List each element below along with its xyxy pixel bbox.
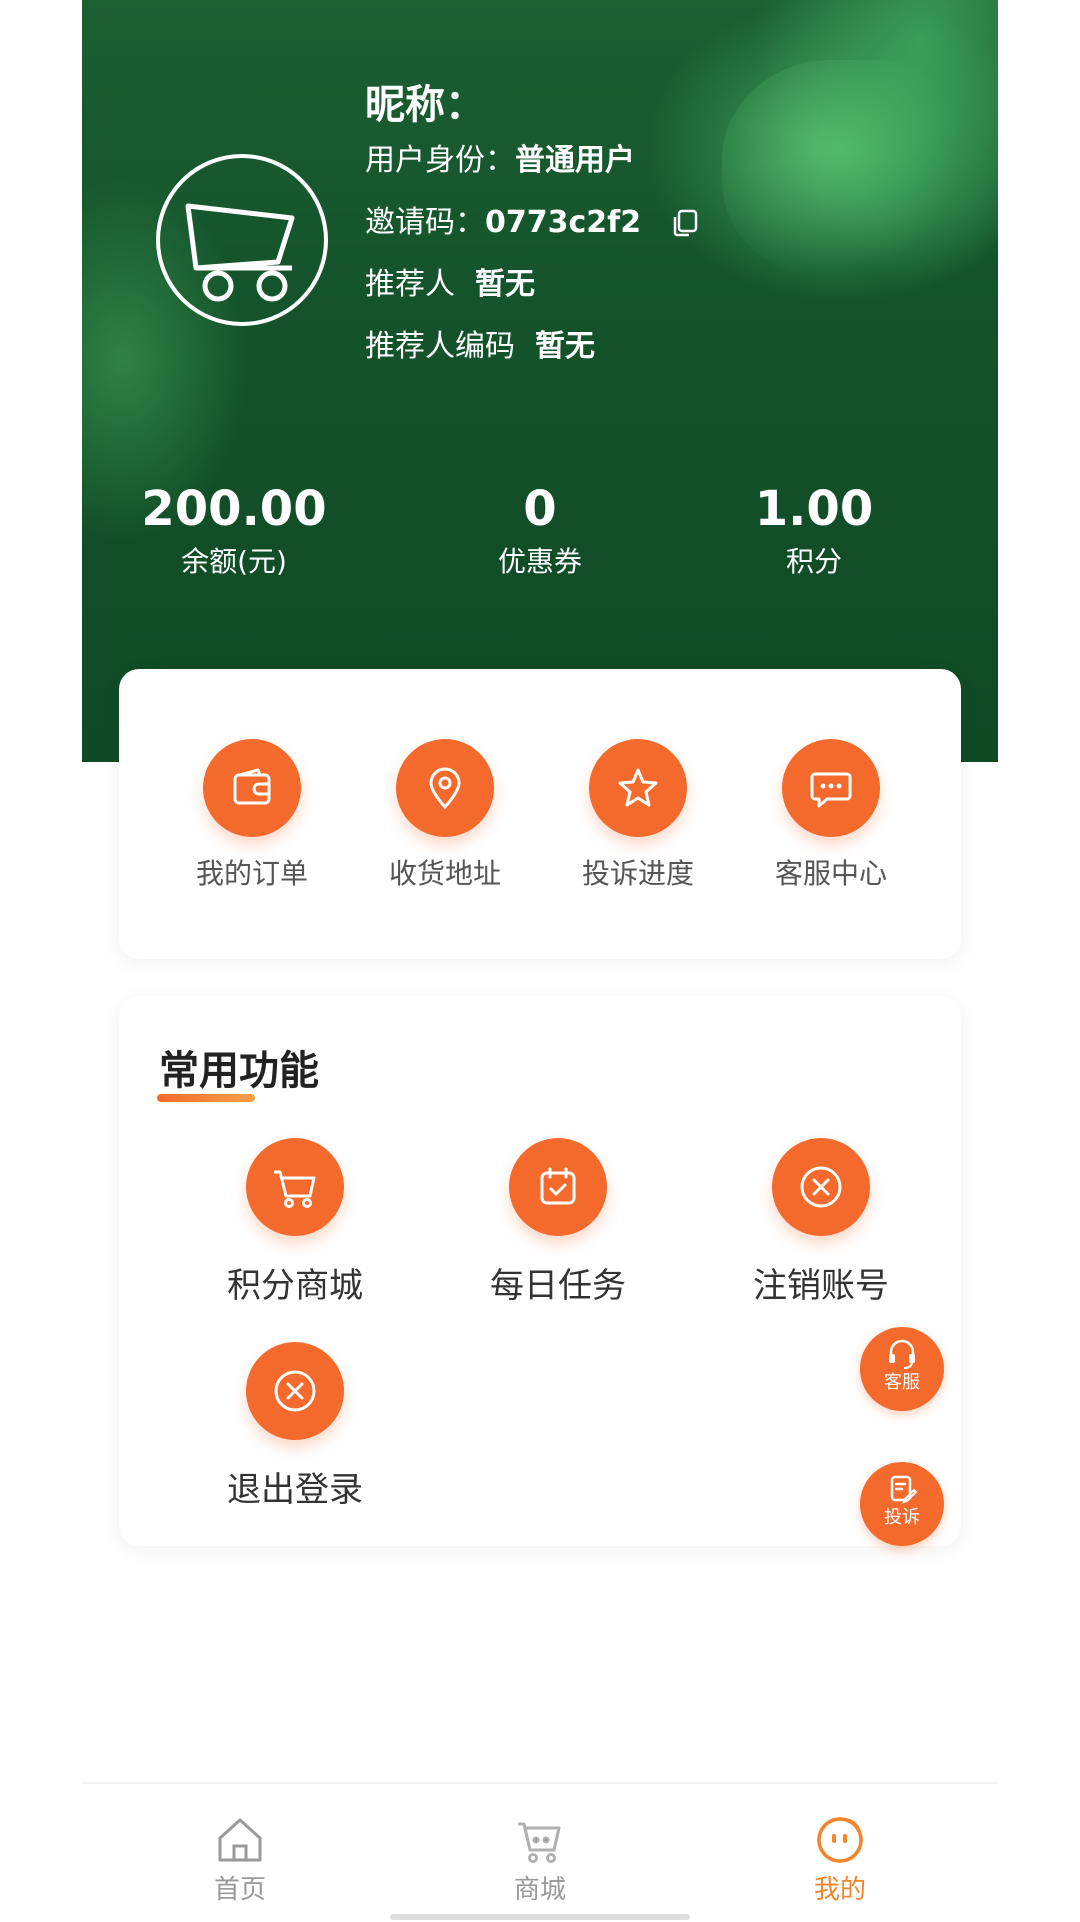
nav-label: 首页 xyxy=(213,1875,266,1905)
coupons-label: 优惠券 xyxy=(497,545,582,578)
floating-complaint-label: 投诉 xyxy=(884,1507,920,1528)
invite-label: 邀请码： xyxy=(365,205,485,240)
nav-mall[interactable]: 商城 xyxy=(440,1814,640,1907)
floating-service-label: 客服 xyxy=(884,1372,920,1393)
wallet-icon xyxy=(203,739,301,837)
chat-bubble-icon xyxy=(782,739,880,837)
quick-label: 投诉进度 xyxy=(581,857,694,890)
referrer-code-label: 推荐人编码 xyxy=(365,329,515,364)
star-icon xyxy=(589,739,687,837)
referrer-code-row: 推荐人编码 暂无 xyxy=(365,328,701,366)
profile-header: 昵称： 用户身份： 普通用户 邀请码： 0773c2f2 推荐人 暂无 推荐人编… xyxy=(82,0,998,762)
balance-value: 200.00 xyxy=(141,481,327,537)
leaf-decoration xyxy=(722,60,962,280)
func-cancel-account[interactable]: 注销账号 xyxy=(721,1138,921,1308)
identity-value: 普通用户 xyxy=(515,143,635,178)
close-circle-icon xyxy=(246,1342,344,1440)
coupons-value: 0 xyxy=(523,481,557,537)
close-circle-icon xyxy=(772,1138,870,1236)
home-indicator xyxy=(390,1914,690,1920)
func-label: 每日任务 xyxy=(490,1266,626,1306)
profile-info: 昵称： 用户身份： 普通用户 邀请码： 0773c2f2 推荐人 暂无 推荐人编… xyxy=(365,78,701,390)
common-functions-card: 常用功能 积分商城 每日任务 注销账号 退出登录 客服 投诉 xyxy=(119,996,961,1546)
section-title: 常用功能 xyxy=(159,1048,319,1094)
stat-balance[interactable]: 200.00 余额(元) xyxy=(114,478,354,582)
referrer-value: 暂无 xyxy=(475,267,535,302)
nav-home[interactable]: 首页 xyxy=(140,1814,340,1907)
home-icon xyxy=(218,1818,262,1862)
bottom-nav: 首页 商城 我的 xyxy=(82,1782,998,1922)
func-label: 退出登录 xyxy=(227,1470,363,1510)
stat-coupons[interactable]: 0 优惠券 xyxy=(420,478,660,582)
referrer-code-value: 暂无 xyxy=(535,329,595,364)
nav-mine[interactable]: 我的 xyxy=(740,1814,940,1907)
face-icon xyxy=(817,1817,863,1863)
quick-service-center[interactable]: 客服中心 xyxy=(736,739,926,893)
edit-note-icon xyxy=(890,1475,918,1504)
invite-row: 邀请码： 0773c2f2 xyxy=(365,204,701,242)
account-stats: 200.00 余额(元) 0 优惠券 1.00 积分 xyxy=(82,478,998,608)
referrer-label: 推荐人 xyxy=(365,267,455,302)
copy-icon[interactable] xyxy=(669,207,701,239)
func-label: 注销账号 xyxy=(753,1266,889,1306)
identity-row: 用户身份： 普通用户 xyxy=(365,142,701,180)
headset-icon xyxy=(889,1339,915,1369)
profile-page: 昵称： 用户身份： 普通用户 邀请码： 0773c2f2 推荐人 暂无 推荐人编… xyxy=(82,0,998,1922)
invite-code: 0773c2f2 xyxy=(485,205,642,240)
func-logout[interactable]: 退出登录 xyxy=(195,1342,395,1512)
quick-complaint-progress[interactable]: 投诉进度 xyxy=(543,739,733,893)
floating-complaint-button[interactable]: 投诉 xyxy=(860,1462,944,1546)
cart-logo-icon xyxy=(185,203,295,302)
identity-label: 用户身份： xyxy=(365,143,515,178)
points-label: 积分 xyxy=(785,545,842,578)
quick-label: 我的订单 xyxy=(195,857,308,890)
quick-label: 客服中心 xyxy=(774,857,887,890)
quick-actions-card: 我的订单 收货地址 投诉进度 客服中心 xyxy=(119,669,961,959)
func-daily-tasks[interactable]: 每日任务 xyxy=(458,1138,658,1308)
balance-label: 余额(元) xyxy=(181,545,287,578)
quick-label: 收货地址 xyxy=(388,857,501,890)
cart-icon xyxy=(246,1138,344,1236)
calendar-check-icon xyxy=(509,1138,607,1236)
stat-points[interactable]: 1.00 积分 xyxy=(694,478,934,582)
func-label: 积分商城 xyxy=(227,1266,363,1306)
func-points-mall[interactable]: 积分商城 xyxy=(195,1138,395,1308)
avatar[interactable] xyxy=(156,154,328,326)
cart-icon xyxy=(518,1822,561,1863)
points-value: 1.00 xyxy=(754,481,874,537)
nav-label: 我的 xyxy=(813,1875,866,1905)
quick-my-orders[interactable]: 我的订单 xyxy=(157,739,347,893)
quick-shipping-address[interactable]: 收货地址 xyxy=(350,739,540,893)
referrer-row: 推荐人 暂无 xyxy=(365,266,701,304)
nav-label: 商城 xyxy=(513,1875,566,1905)
nickname-label: 昵称： xyxy=(365,82,485,128)
floating-service-button[interactable]: 客服 xyxy=(860,1327,944,1411)
location-pin-icon xyxy=(396,739,494,837)
title-underline xyxy=(157,1094,255,1102)
